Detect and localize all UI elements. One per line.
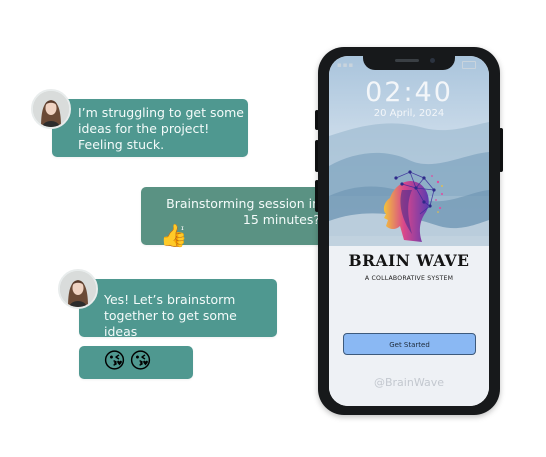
- chat-bubble-incoming: Yes! Let’s brainstorm together to get so…: [79, 279, 277, 339]
- reaction-mark: ᶦ: [181, 223, 185, 237]
- brain-wave-logo-icon: [383, 170, 443, 242]
- lock-screen-date: 20 April, 2024: [373, 108, 445, 119]
- message-text: I’m struggling to get some ideas for the…: [78, 105, 244, 152]
- chat-bubble-incoming: I’m struggling to get some ideas for the…: [52, 99, 248, 157]
- kiss-face-emoji-icon: 😘: [129, 349, 152, 374]
- brand-tagline: A COLLABORATIVE SYSTEM: [364, 275, 454, 282]
- brand-name: BRAIN WAVE: [348, 251, 470, 270]
- signal-icon: ▪▪▪: [337, 61, 355, 69]
- woman-avatar-icon: [31, 89, 71, 129]
- get-started-button[interactable]: Get Started: [343, 333, 476, 355]
- kiss-face-emoji-icon: 😘: [103, 349, 126, 374]
- phone-speaker: [395, 59, 419, 62]
- woman-avatar-icon: [58, 269, 98, 309]
- battery-icon: [462, 61, 476, 69]
- camera-icon: [430, 58, 435, 63]
- message-text: Yes! Let’s brainstorm together to get so…: [104, 292, 237, 339]
- lock-screen-time: 02:40: [365, 77, 453, 108]
- social-handle: @BrainWave: [373, 376, 445, 389]
